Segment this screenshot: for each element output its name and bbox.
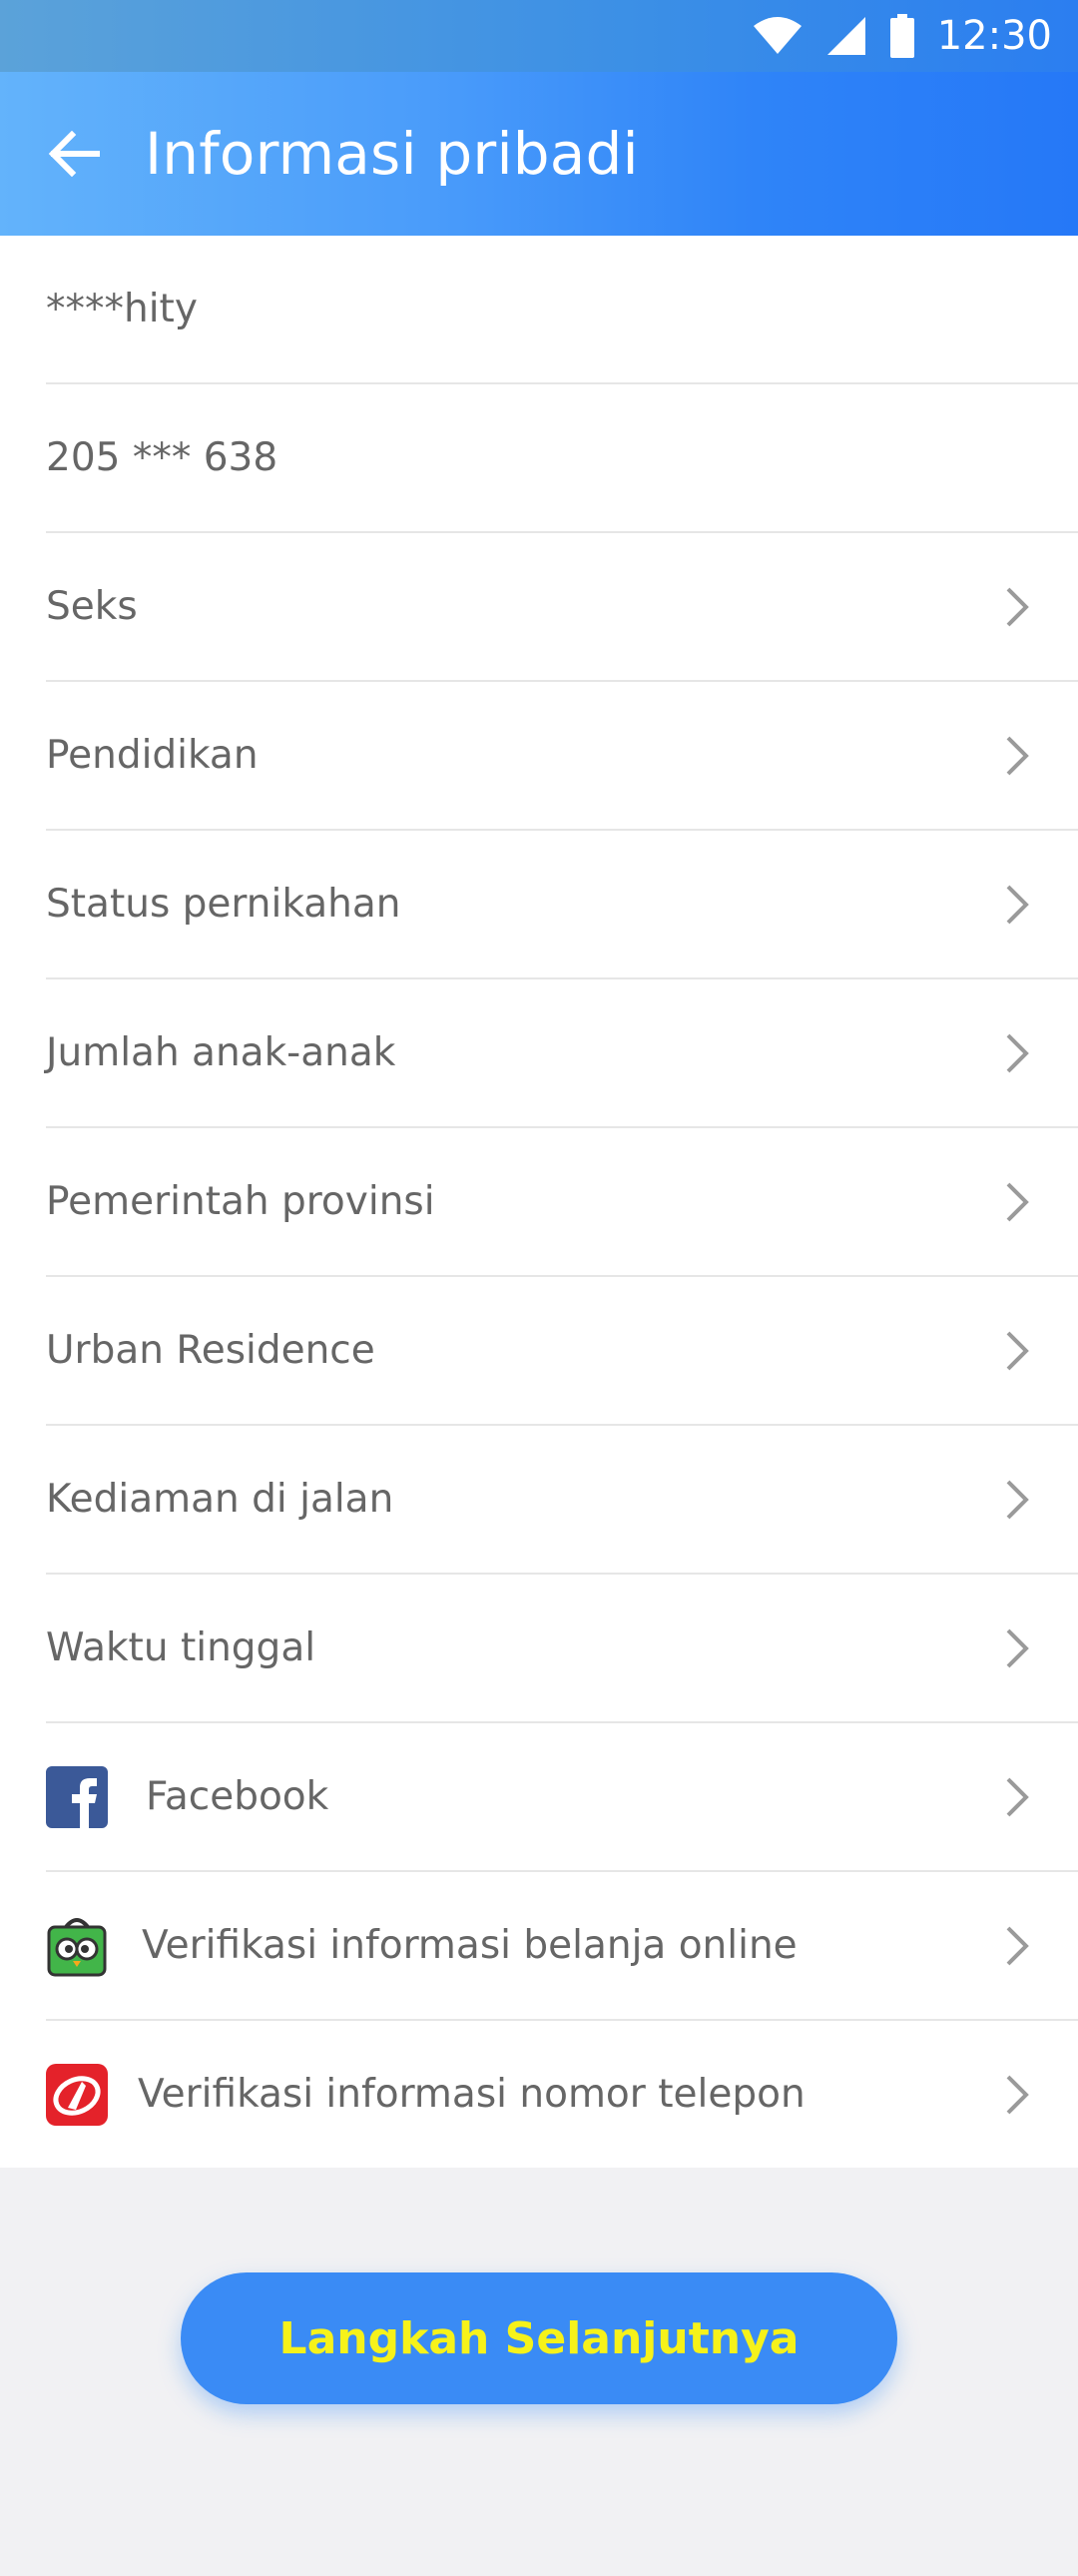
chevron-right-icon bbox=[1006, 2075, 1029, 2114]
chevron-right-icon bbox=[1006, 1480, 1029, 1519]
personal-info-list: ****hity 205 *** 638 Seks Pendidikan Sta… bbox=[0, 236, 1078, 2168]
status-bar: 12:30 bbox=[0, 0, 1078, 72]
tokopedia-owl-icon bbox=[47, 1917, 107, 1976]
online-shopping-verification-row[interactable]: Verifikasi informasi belanja online bbox=[46, 1872, 1078, 2021]
urban-residence-row[interactable]: Urban Residence bbox=[46, 1277, 1078, 1426]
province-label: Pemerintah provinsi bbox=[46, 1179, 435, 1224]
phone-number-verification-row[interactable]: Verifikasi informasi nomor telepon bbox=[46, 2021, 1078, 2168]
chevron-right-icon bbox=[1006, 1033, 1029, 1072]
chevron-right-icon bbox=[1006, 1628, 1029, 1667]
residence-duration-label: Waktu tinggal bbox=[46, 1625, 316, 1670]
chevron-right-icon bbox=[1006, 736, 1029, 775]
telkomsel-icon bbox=[46, 2063, 108, 2126]
street-address-label: Kediaman di jalan bbox=[46, 1477, 394, 1522]
urban-residence-label: Urban Residence bbox=[46, 1328, 375, 1373]
marital-status-row[interactable]: Status pernikahan bbox=[46, 831, 1078, 979]
chevron-right-icon bbox=[1006, 587, 1029, 626]
street-address-row[interactable]: Kediaman di jalan bbox=[46, 1426, 1078, 1575]
phone-value: 205 *** 638 bbox=[46, 435, 278, 480]
facebook-label: Facebook bbox=[146, 1774, 329, 1819]
children-count-row[interactable]: Jumlah anak-anak bbox=[46, 979, 1078, 1128]
education-row[interactable]: Pendidikan bbox=[46, 682, 1078, 831]
chevron-right-icon bbox=[1006, 885, 1029, 924]
marital-status-label: Status pernikahan bbox=[46, 882, 401, 927]
facebook-icon bbox=[46, 1765, 108, 1828]
province-row[interactable]: Pemerintah provinsi bbox=[46, 1128, 1078, 1277]
status-time: 12:30 bbox=[936, 13, 1052, 59]
phone-number-verification-label: Verifikasi informasi nomor telepon bbox=[138, 2072, 806, 2117]
arrow-left-icon bbox=[48, 131, 100, 177]
chevron-right-icon bbox=[1006, 1926, 1029, 1965]
facebook-row[interactable]: Facebook bbox=[46, 1723, 1078, 1872]
username-value: ****hity bbox=[46, 287, 198, 331]
cellular-signal-icon bbox=[826, 17, 865, 55]
education-label: Pendidikan bbox=[46, 733, 259, 778]
chevron-right-icon bbox=[1006, 1331, 1029, 1370]
gender-row[interactable]: Seks bbox=[46, 533, 1078, 682]
next-step-button[interactable]: Langkah Selanjutnya bbox=[181, 2272, 897, 2404]
back-button[interactable] bbox=[34, 114, 114, 194]
page-title: Informasi pribadi bbox=[145, 120, 639, 188]
username-row: ****hity bbox=[46, 236, 1078, 384]
chevron-right-icon bbox=[1006, 1777, 1029, 1816]
gender-label: Seks bbox=[46, 584, 138, 629]
phone-row: 205 *** 638 bbox=[46, 384, 1078, 533]
app-bar: Informasi pribadi bbox=[0, 72, 1078, 236]
wifi-icon bbox=[753, 17, 802, 54]
residence-duration-row[interactable]: Waktu tinggal bbox=[46, 1575, 1078, 1723]
battery-icon bbox=[889, 14, 914, 58]
children-count-label: Jumlah anak-anak bbox=[46, 1030, 396, 1075]
online-shopping-verification-label: Verifikasi informasi belanja online bbox=[142, 1923, 798, 1968]
chevron-right-icon bbox=[1006, 1182, 1029, 1221]
